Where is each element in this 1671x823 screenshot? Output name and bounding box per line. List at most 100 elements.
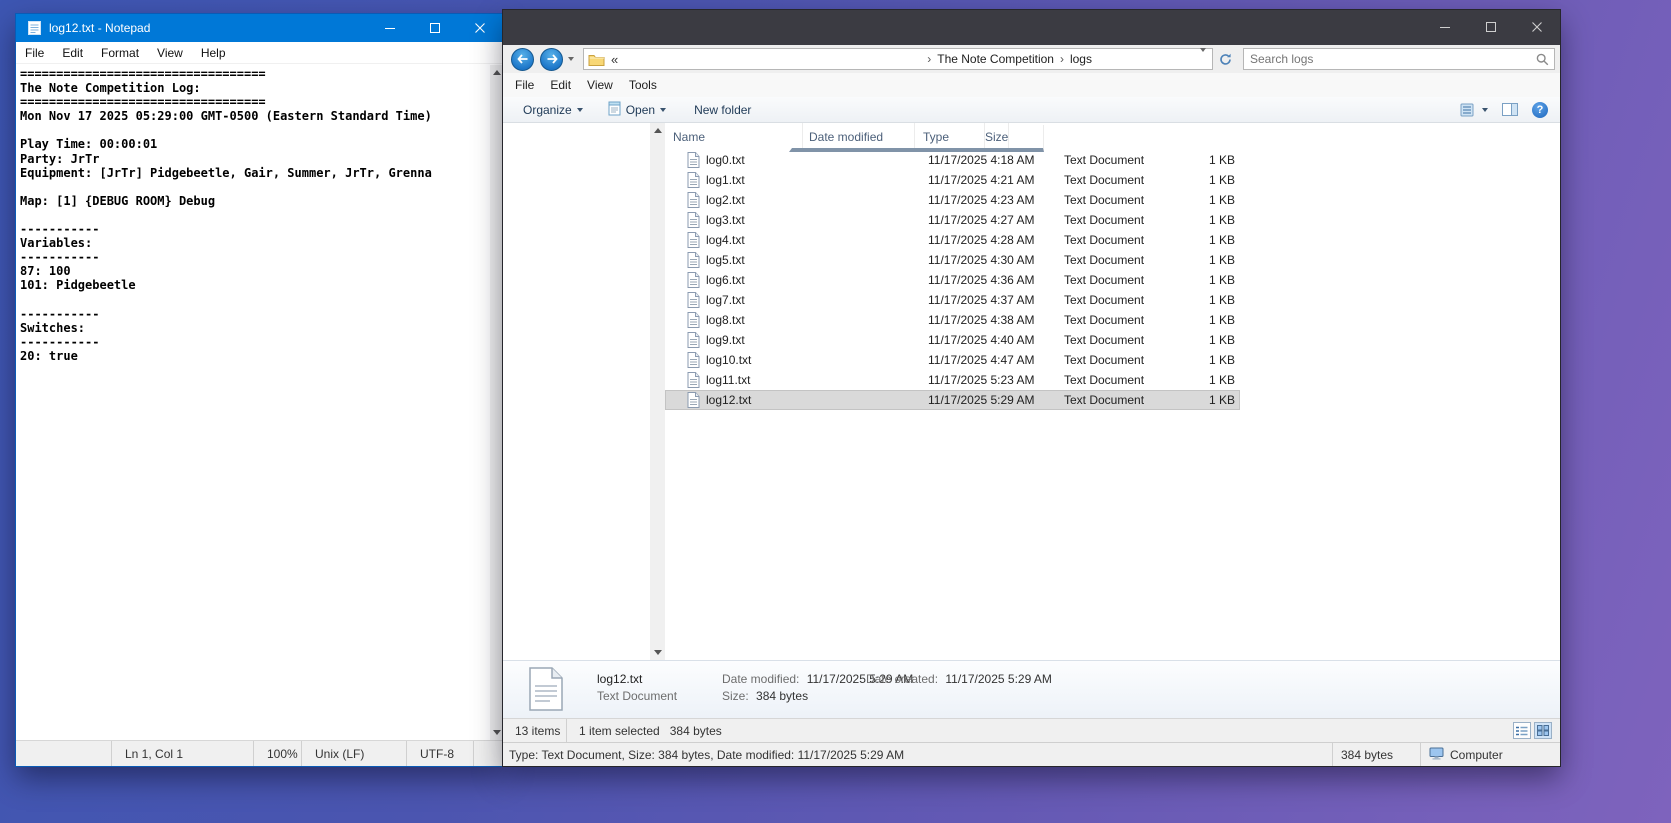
encoding: UTF-8 bbox=[406, 741, 474, 766]
details-view-button[interactable] bbox=[1513, 722, 1531, 739]
menu-item[interactable]: File bbox=[16, 46, 53, 60]
notepad-window: log12.txt - Notepad File Edit Format View He… bbox=[16, 14, 503, 766]
address-bar-row: « The Note Competition logs bbox=[503, 45, 1560, 73]
items-count: 13 items bbox=[503, 719, 567, 742]
text-file-icon bbox=[687, 332, 700, 348]
file-type: Text Document bbox=[1064, 233, 1145, 247]
file-name: log1.txt bbox=[706, 173, 745, 187]
selected-file-icon bbox=[528, 667, 564, 715]
file-row[interactable]: log10.txt 11/17/2025 4:47 AM Text Docume… bbox=[665, 350, 1240, 370]
maximize-button[interactable] bbox=[413, 14, 458, 42]
menu-item[interactable]: View bbox=[148, 46, 192, 60]
maximize-button[interactable] bbox=[1468, 10, 1514, 45]
notepad-text-area[interactable]: ================================== The N… bbox=[16, 65, 490, 740]
text-file-icon bbox=[687, 232, 700, 248]
file-list-area: Name Date modified Type Size log0.txt 11/17… bbox=[665, 123, 1560, 660]
zoom-level: 100% bbox=[253, 741, 301, 766]
close-button[interactable] bbox=[1514, 10, 1560, 45]
breadcrumb-overflow[interactable]: « bbox=[611, 52, 618, 67]
recent-pages-dropdown[interactable] bbox=[567, 57, 575, 61]
file-date-modified: 11/17/2025 4:30 AM bbox=[928, 253, 1035, 267]
breadcrumb-folder[interactable]: The Note Competition bbox=[934, 52, 1057, 66]
breadcrumb-separator-icon bbox=[924, 52, 934, 66]
file-name: log7.txt bbox=[706, 293, 745, 307]
navigation-pane bbox=[503, 123, 665, 660]
file-row[interactable]: log1.txt 11/17/2025 4:21 AM Text Documen… bbox=[665, 170, 1240, 190]
address-dropdown-icon[interactable] bbox=[1200, 48, 1206, 66]
file-size: 1 KB bbox=[1208, 193, 1235, 207]
file-size: 1 KB bbox=[1208, 233, 1235, 247]
minimize-button[interactable] bbox=[368, 14, 413, 42]
organize-button[interactable]: Organize bbox=[523, 103, 583, 117]
minimize-button[interactable] bbox=[1422, 10, 1468, 45]
refresh-button[interactable] bbox=[1215, 48, 1235, 70]
menu-item[interactable]: Edit bbox=[542, 78, 579, 92]
navigation-pane-scrollbar[interactable] bbox=[650, 123, 665, 660]
text-file-icon bbox=[687, 152, 700, 168]
file-date-modified: 11/17/2025 5:29 AM bbox=[928, 393, 1035, 407]
file-type: Text Document bbox=[1064, 313, 1145, 327]
column-header[interactable]: Name bbox=[665, 123, 803, 150]
help-icon[interactable] bbox=[1532, 101, 1548, 118]
forward-button[interactable] bbox=[540, 47, 563, 71]
text-file-icon bbox=[687, 372, 700, 388]
file-date-modified: 11/17/2025 4:21 AM bbox=[928, 173, 1035, 187]
file-date-modified: 11/17/2025 4:37 AM bbox=[928, 293, 1035, 307]
file-size: 1 KB bbox=[1208, 273, 1235, 287]
new-folder-button[interactable]: New folder bbox=[694, 103, 751, 117]
file-row[interactable]: log3.txt 11/17/2025 4:27 AM Text Documen… bbox=[665, 210, 1240, 230]
scroll-down-arrow-icon[interactable] bbox=[490, 725, 503, 740]
file-row[interactable]: log5.txt 11/17/2025 4:30 AM Text Documen… bbox=[665, 250, 1240, 270]
back-button[interactable] bbox=[511, 47, 534, 71]
menu-item[interactable]: Help bbox=[192, 46, 235, 60]
menu-item[interactable]: Edit bbox=[53, 46, 92, 60]
change-view-button[interactable] bbox=[1460, 103, 1488, 117]
notepad-status-bar: Ln 1, Col 1 100% Unix (LF) UTF-8 bbox=[16, 740, 503, 766]
file-row[interactable]: log9.txt 11/17/2025 4:40 AM Text Documen… bbox=[665, 330, 1240, 350]
icons-view-button[interactable] bbox=[1534, 722, 1552, 739]
address-bar[interactable]: « The Note Competition logs bbox=[583, 48, 1213, 70]
explorer-titlebar[interactable] bbox=[503, 10, 1560, 45]
notepad-titlebar[interactable]: log12.txt - Notepad bbox=[16, 14, 503, 42]
menu-item[interactable]: View bbox=[579, 78, 621, 92]
file-type: Text Document bbox=[1064, 353, 1145, 367]
line-ending: Unix (LF) bbox=[301, 741, 406, 766]
file-date-modified: 11/17/2025 4:27 AM bbox=[928, 213, 1035, 227]
file-date-modified: 11/17/2025 4:40 AM bbox=[928, 333, 1035, 347]
file-name: log0.txt bbox=[706, 153, 745, 167]
file-row[interactable]: log12.txt 11/17/2025 5:29 AM Text Docume… bbox=[665, 390, 1240, 410]
file-row[interactable]: log7.txt 11/17/2025 4:37 AM Text Documen… bbox=[665, 290, 1240, 310]
notepad-vertical-scrollbar[interactable] bbox=[490, 65, 503, 740]
status-file-info: Type: Text Document, Size: 384 bytes, Da… bbox=[509, 747, 905, 762]
file-size: 1 KB bbox=[1208, 293, 1235, 307]
breadcrumb-current-folder[interactable]: logs bbox=[1067, 52, 1095, 66]
text-file-icon bbox=[687, 312, 700, 328]
file-name: log2.txt bbox=[706, 193, 745, 207]
file-size: 1 KB bbox=[1208, 393, 1235, 407]
file-row[interactable]: log8.txt 11/17/2025 4:38 AM Text Documen… bbox=[665, 310, 1240, 330]
preview-pane-button[interactable] bbox=[1502, 103, 1518, 116]
explorer-menubar: File Edit View Tools bbox=[503, 73, 1560, 97]
menu-item[interactable]: Format bbox=[92, 46, 148, 60]
file-row[interactable]: log11.txt 11/17/2025 5:23 AM Text Docume… bbox=[665, 370, 1240, 390]
scroll-down-arrow-icon[interactable] bbox=[650, 645, 665, 660]
scroll-up-arrow-icon[interactable] bbox=[490, 65, 503, 80]
scroll-up-arrow-icon[interactable] bbox=[650, 123, 665, 138]
file-row[interactable]: log2.txt 11/17/2025 4:23 AM Text Documen… bbox=[665, 190, 1240, 210]
file-date-modified: 11/17/2025 4:18 AM bbox=[928, 153, 1035, 167]
file-row[interactable]: log6.txt 11/17/2025 4:36 AM Text Documen… bbox=[665, 270, 1240, 290]
date-created-label: Date created: bbox=[866, 672, 939, 686]
menu-item[interactable]: Tools bbox=[621, 78, 665, 92]
search-box[interactable] bbox=[1243, 48, 1555, 70]
file-row[interactable]: log4.txt 11/17/2025 4:28 AM Text Documen… bbox=[665, 230, 1240, 250]
file-size: 1 KB bbox=[1208, 333, 1235, 347]
command-bar: Organize Open New folder bbox=[503, 97, 1560, 123]
file-size: 1 KB bbox=[1208, 253, 1235, 267]
file-row[interactable]: log0.txt 11/17/2025 4:18 AM Text Documen… bbox=[665, 150, 1240, 170]
file-name: log10.txt bbox=[706, 353, 752, 367]
menu-item[interactable]: File bbox=[507, 78, 542, 92]
search-input[interactable] bbox=[1244, 52, 1536, 66]
text-file-icon bbox=[687, 212, 700, 228]
close-button[interactable] bbox=[458, 14, 503, 42]
open-button[interactable]: Open bbox=[608, 101, 667, 119]
